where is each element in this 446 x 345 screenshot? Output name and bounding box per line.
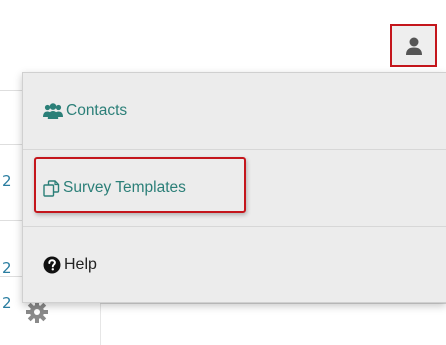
user-dropdown-menu: Contacts Survey Templates Help bbox=[22, 72, 446, 303]
sidebar-text-fragment: 2 bbox=[2, 294, 12, 312]
question-circle-icon bbox=[43, 256, 61, 274]
content-divider bbox=[100, 303, 446, 304]
copy-icon bbox=[43, 179, 60, 197]
menu-item-label: Help bbox=[64, 256, 97, 273]
menu-item-contacts[interactable]: Contacts bbox=[23, 73, 446, 149]
menu-item-help[interactable]: Help bbox=[23, 227, 446, 303]
user-icon bbox=[405, 36, 423, 56]
menu-item-label: Contacts bbox=[66, 102, 128, 119]
user-menu-button[interactable] bbox=[390, 24, 437, 67]
menu-item-label: Survey Templates bbox=[63, 179, 186, 196]
sidebar-text-fragment: 2 bbox=[2, 172, 12, 190]
sidebar-text-fragment: 2 bbox=[2, 259, 12, 277]
menu-item-survey-templates[interactable]: Survey Templates bbox=[23, 150, 446, 226]
users-icon bbox=[43, 103, 63, 119]
